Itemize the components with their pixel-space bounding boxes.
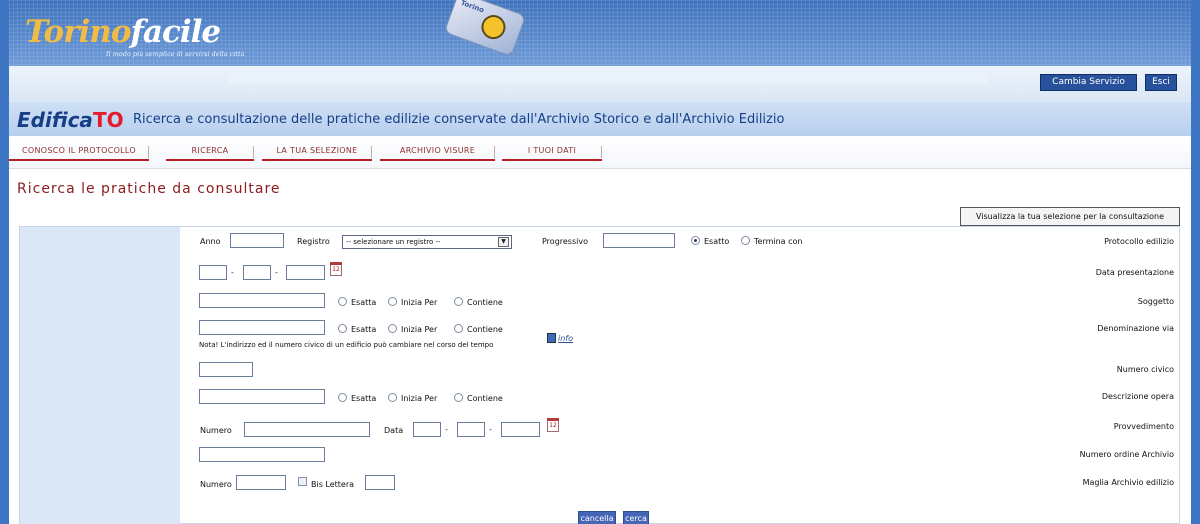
form-label-column [20,227,180,524]
label-descrizione-opera: Descrizione opera [1101,392,1174,401]
provvedimento-year[interactable] [501,422,540,437]
radio-soggetto-contiene[interactable] [454,297,463,306]
opera-inizia-per-label: Inizia Per [401,394,438,403]
registro-label: Registro [297,237,330,246]
provvedimento-numero-input[interactable] [244,422,370,437]
maglia-numero-label: Numero [200,480,232,489]
radio-via-esatta[interactable] [338,324,347,333]
cerca-button[interactable]: cerca [623,511,649,524]
descrizione-opera-input[interactable] [199,389,325,404]
radio-via-inizia-per[interactable] [388,324,397,333]
tab-bar: CONOSCO IL PROTOCOLLO RICERCA LA TUA SEL… [9,138,1191,169]
bis-lettera-input[interactable] [365,475,395,490]
via-esatta-label: Esatta [351,325,377,334]
esatto-label: Esatto [704,237,730,246]
radio-opera-esatta[interactable] [338,393,347,402]
label-data-presentazione: Data presentazione [1095,268,1174,277]
data-presentazione-day[interactable] [199,265,227,280]
data-presentazione-month[interactable] [243,265,271,280]
opera-esatta-label: Esatta [351,394,377,403]
label-soggetto: Soggetto [1137,297,1174,306]
denominazione-via-input[interactable] [199,320,325,335]
logo-torino: Torino [25,14,132,50]
registro-selected-value: -- selezionare un registro -- [346,238,441,246]
calendar-icon[interactable]: 12 [547,418,559,432]
radio-termina-con[interactable] [741,236,750,245]
date-separator: - [445,425,448,434]
calendar-icon[interactable]: 12 [330,262,342,276]
logo-tagline: Il modo più semplice di servirsi della c… [106,50,245,58]
app-title-bar: EdificaTO Ricerca e consultazione delle … [9,102,1191,136]
page: Torinofacile Il modo più semplice di ser… [0,0,1200,524]
provvedimento-data-label: Data [384,426,404,435]
info-icon[interactable] [547,333,556,343]
view-selection-button[interactable]: Visualizza la tua selezione per la consu… [960,207,1180,226]
label-protocollo-edilizio: Protocollo edilizio [1104,237,1174,246]
numero-ordine-archivio-input[interactable] [199,447,325,462]
cancella-button[interactable]: cancella [578,511,616,524]
bis-lettera-label: Bis Lettera [311,480,355,489]
search-form: Protocollo edilizio Data presentazione S… [19,226,1180,524]
card-label: Torino [459,0,486,15]
tab-conosco-protocollo[interactable]: CONOSCO IL PROTOCOLLO [9,144,149,161]
termina-con-label: Termina con [754,237,803,246]
topbar-strip [229,72,989,84]
app-name: EdificaTO [17,108,124,132]
date-separator: - [275,268,278,277]
bull-mascot-icon [478,11,509,43]
soggetto-input[interactable] [199,293,325,308]
provvedimento-day[interactable] [413,422,441,437]
via-inizia-per-label: Inizia Per [401,325,438,334]
app-name-edifica: Edifica [17,108,93,132]
data-presentazione-year[interactable] [286,265,325,280]
anno-label: Anno [200,237,221,246]
label-maglia-archivio-edilizio: Maglia Archivio edilizio [1082,478,1174,487]
label-denominazione-via: Denominazione via [1097,324,1174,333]
radio-via-contiene[interactable] [454,324,463,333]
opera-contiene-label: Contiene [467,394,503,403]
soggetto-contiene-label: Contiene [467,298,503,307]
radio-opera-contiene[interactable] [454,393,463,402]
esci-button[interactable]: Esci [1145,74,1177,91]
progressivo-input[interactable] [603,233,675,248]
provvedimento-month[interactable] [457,422,485,437]
app-name-to: TO [92,108,124,132]
radio-esatto[interactable] [691,236,700,245]
date-separator: - [231,268,234,277]
bis-lettera-checkbox[interactable] [298,477,307,486]
numero-civico-input[interactable] [199,362,253,377]
cambia-servizio-button[interactable]: Cambia Servizio [1040,74,1137,91]
top-bar: Cambia Servizio Esci [9,66,1191,102]
tab-ricerca[interactable]: RICERCA [166,144,254,161]
label-numero-civico: Numero civico [1116,365,1174,374]
radio-soggetto-inizia-per[interactable] [388,297,397,306]
logo-facile: facile [130,14,222,50]
chevron-down-icon[interactable]: ▼ [498,237,509,247]
soggetto-esatta-label: Esatta [351,298,377,307]
info-link[interactable]: info [558,334,573,343]
soggetto-inizia-per-label: Inizia Per [401,298,438,307]
via-contiene-label: Contiene [467,325,503,334]
maglia-numero-input[interactable] [236,475,286,490]
tab-i-tuoi-dati[interactable]: I TUOI DATI [502,144,602,161]
radio-soggetto-esatta[interactable] [338,297,347,306]
label-provvedimento: Provvedimento [1113,422,1174,431]
anno-input[interactable] [230,233,284,248]
section-title: Ricerca le pratiche da consultare [17,181,281,197]
tab-archivio-visure[interactable]: ARCHIVIO VISURE [380,144,495,161]
nota-indirizzo: Nota! L'indirizzo ed il numero civico di… [199,341,494,349]
site-logo[interactable]: Torinofacile [25,14,222,50]
site-banner: Torinofacile Il modo più semplice di ser… [9,0,1191,66]
tab-la-tua-selezione[interactable]: LA TUA SELEZIONE [262,144,372,161]
registro-select[interactable]: -- selezionare un registro -- ▼ [342,235,512,249]
app-description: Ricerca e consultazione delle pratiche e… [133,112,785,127]
progressivo-label: Progressivo [542,237,588,246]
date-separator: - [489,425,492,434]
label-numero-ordine-archivio: Numero ordine Archivio [1079,450,1174,459]
radio-opera-inizia-per[interactable] [388,393,397,402]
provvedimento-numero-label: Numero [200,426,232,435]
